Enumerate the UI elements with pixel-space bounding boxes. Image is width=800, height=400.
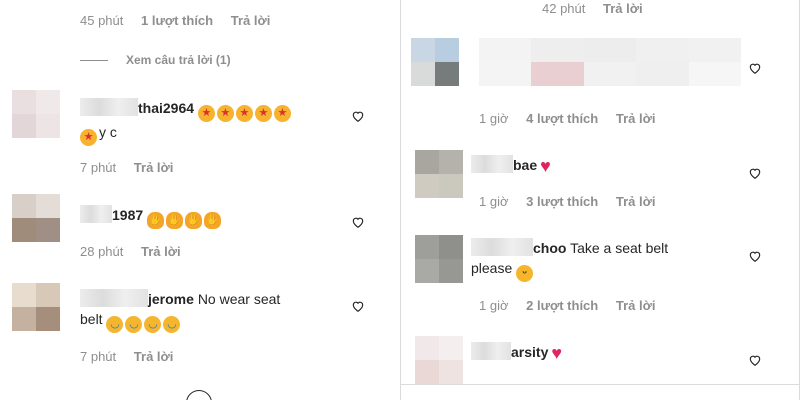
avatar[interactable]	[415, 235, 463, 283]
comment-meta: 1 giờ 4 lượt thích Trả lời	[479, 111, 669, 126]
likes-count-link[interactable]: 3 lượt thích	[526, 194, 598, 209]
star-struck-emoji-icon: ★	[197, 105, 215, 122]
username-link[interactable]: thai2964	[138, 100, 194, 116]
comment-time: 42 phút	[542, 1, 586, 16]
blurred-username	[80, 98, 138, 116]
comment-meta: 28 phút Trả lời	[80, 244, 195, 259]
username-link[interactable]: 1987	[112, 207, 143, 223]
view-replies-button[interactable]: Xem câu trả lời (1)	[80, 53, 231, 67]
blurred-username	[80, 289, 148, 307]
red-heart-icon: ♥	[551, 343, 563, 363]
load-more-icon[interactable]	[186, 390, 212, 400]
comment-time: 1 giờ	[479, 298, 509, 313]
tears-of-joy-emoji-icon: ◡	[106, 316, 124, 333]
comment-body: Take a seat belt	[570, 240, 669, 256]
reply-button[interactable]: Trả lời	[616, 111, 656, 126]
comment-text: 1987 ✋ ✋ ✋ ✋	[80, 205, 223, 229]
comment-meta: 7 phút Trả lời	[80, 160, 187, 175]
comment-text: arsity ♥	[471, 342, 562, 363]
comment-text: choo Take a seat belt please ᵕ	[471, 238, 741, 282]
heart-outline-icon[interactable]	[748, 249, 762, 263]
likes-count-link[interactable]: 2 lượt thích	[526, 298, 598, 313]
comment-text: bae ♥	[471, 155, 551, 176]
likes-count-link[interactable]: 1 lượt thích	[141, 13, 213, 28]
comment-text-line2: please	[471, 260, 513, 276]
comment-text: thai2964 ★ ★ ★ ★ ★ ★ y c	[80, 98, 370, 146]
comment-time: 1 giờ	[479, 194, 509, 209]
reply-button[interactable]: Trả lời	[231, 13, 271, 28]
avatar[interactable]	[411, 38, 459, 86]
clapping-hands-emoji-icon: ✋	[166, 212, 184, 229]
reply-button[interactable]: Trả lời	[134, 349, 174, 364]
view-replies-label: Xem câu trả lời (1)	[126, 53, 231, 67]
star-struck-emoji-icon: ★	[235, 105, 253, 122]
avatar[interactable]	[12, 90, 60, 138]
tears-of-joy-emoji-icon: ◡	[125, 316, 143, 333]
clapping-hands-emoji-icon: ✋	[185, 212, 203, 229]
clapping-hands-emoji-icon: ✋	[147, 212, 165, 229]
reply-button[interactable]: Trả lời	[141, 244, 181, 259]
blurred-comment	[479, 38, 741, 86]
avatar[interactable]	[415, 150, 463, 198]
star-struck-emoji-icon: ★	[80, 129, 97, 146]
reply-button[interactable]: Trả lời	[134, 160, 174, 175]
blurred-username	[471, 238, 533, 256]
avatar[interactable]	[12, 194, 60, 242]
red-heart-icon: ♥	[540, 156, 551, 176]
comment-body: No wear seat	[197, 291, 281, 307]
username-link[interactable]: choo	[533, 240, 566, 256]
heart-outline-icon[interactable]	[748, 61, 762, 75]
blurred-username	[80, 205, 112, 223]
winking-face-emoji-icon: ᵕ	[516, 265, 534, 282]
heart-outline-icon[interactable]	[351, 215, 365, 229]
likes-count-link[interactable]: 4 lượt thích	[526, 111, 598, 126]
tears-of-joy-emoji-icon: ◡	[163, 316, 181, 333]
comment-meta: 1 giờ 2 lượt thích Trả lời	[479, 298, 669, 313]
username-link[interactable]: jerome	[148, 291, 194, 307]
star-struck-emoji-icon: ★	[254, 105, 272, 122]
username-link[interactable]: arsity	[511, 344, 548, 360]
avatar[interactable]	[12, 283, 60, 331]
heart-outline-icon[interactable]	[351, 299, 365, 313]
comment-text-line2: y c	[99, 124, 117, 140]
avatar[interactable]	[415, 336, 463, 384]
comments-panel-left: 45 phút 1 lượt thích Trả lời Xem câu trả…	[0, 0, 392, 400]
comments-panel-right: 42 phút Trả lời 1 giờ 4 lượt thích Trả l…	[400, 0, 800, 400]
comment-meta: 42 phút Trả lời	[542, 1, 657, 16]
reply-button[interactable]: Trả lời	[616, 298, 656, 313]
blurred-username	[471, 155, 513, 173]
divider-line	[80, 59, 108, 61]
username-link[interactable]: bae	[513, 157, 537, 173]
star-struck-emoji-icon: ★	[273, 105, 291, 122]
comment-time: 28 phút	[80, 244, 124, 259]
panel-bottom-border	[400, 384, 800, 385]
comment-time: 1 giờ	[479, 111, 509, 126]
comment-text: jerome No wear seat belt ◡ ◡ ◡ ◡	[80, 289, 350, 333]
clapping-hands-emoji-icon: ✋	[204, 212, 222, 229]
comment-time: 7 phút	[80, 349, 117, 364]
reply-button[interactable]: Trả lời	[616, 194, 656, 209]
reply-button[interactable]: Trả lời	[603, 1, 643, 16]
comment-text-line2: belt	[80, 311, 103, 327]
heart-outline-icon[interactable]	[748, 353, 762, 367]
comment-meta: 45 phút 1 lượt thích Trả lời	[80, 13, 284, 28]
heart-outline-icon[interactable]	[748, 166, 762, 180]
tears-of-joy-emoji-icon: ◡	[144, 316, 162, 333]
blurred-username	[471, 342, 511, 360]
comment-time: 7 phút	[80, 160, 117, 175]
comment-meta: 1 giờ 3 lượt thích Trả lời	[479, 194, 669, 209]
star-struck-emoji-icon: ★	[216, 105, 234, 122]
heart-outline-icon[interactable]	[351, 109, 365, 123]
comment-meta: 7 phút Trả lời	[80, 349, 187, 364]
comment-time: 45 phút	[80, 13, 124, 28]
